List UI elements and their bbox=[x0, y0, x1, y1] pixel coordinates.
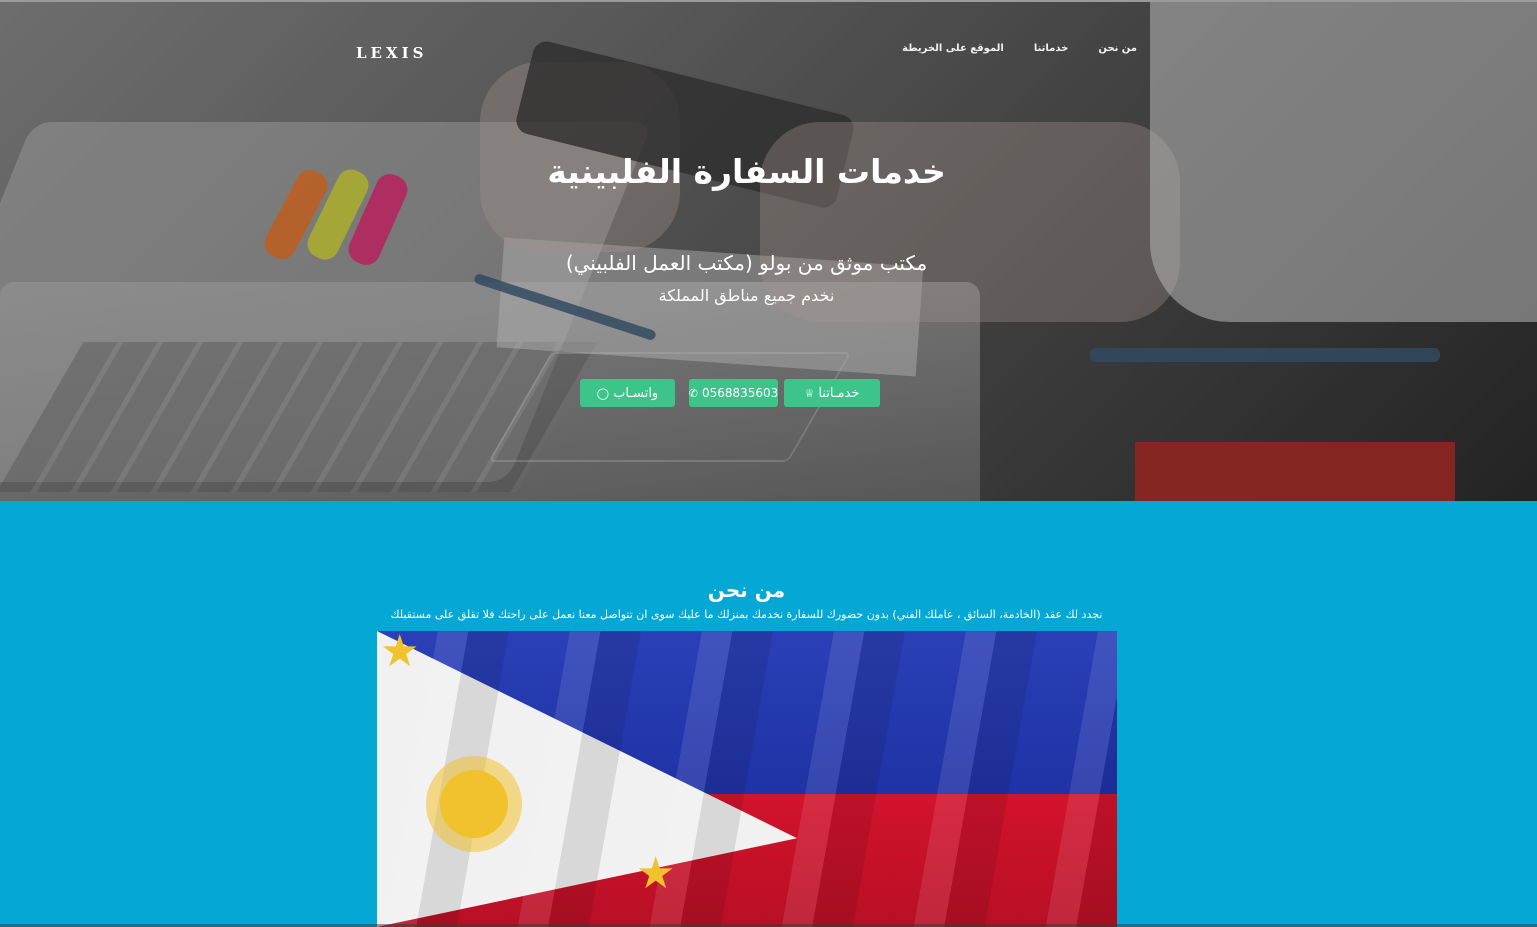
nav-link-services[interactable]: خدماتنا bbox=[1034, 43, 1069, 54]
flag-star-icon: ★ bbox=[636, 848, 676, 899]
main-nav: من نحن خدماتنا الموقع على الخريطة bbox=[902, 43, 1137, 54]
flag-sun-icon bbox=[440, 770, 508, 838]
about-title: من نحن bbox=[707, 578, 786, 602]
hero-title: خدمات السفارة الفلبينية bbox=[547, 152, 946, 191]
services-button-label: خدمـاتنا bbox=[818, 385, 860, 401]
whatsapp-button[interactable]: ◯ واتسـاب bbox=[580, 379, 675, 407]
about-text: نجدد لك عقد (الخادمة، السائق ، عاملك الف… bbox=[390, 608, 1103, 621]
whatsapp-button-label: واتسـاب bbox=[613, 385, 659, 401]
hero-subtitle-2: نخدم جميع مناطق المملكة bbox=[658, 286, 835, 305]
whatsapp-icon: ◯ bbox=[596, 386, 610, 400]
phone-button-label: 0568835603 bbox=[701, 386, 779, 400]
nav-link-map[interactable]: الموقع على الخريطة bbox=[902, 43, 1004, 54]
hero-section: LEXIS من نحن خدماتنا الموقع على الخريطة … bbox=[0, 0, 1537, 501]
phone-button[interactable]: ✆ 0568835603 bbox=[689, 379, 778, 407]
services-button[interactable]: ♕ خدمـاتنا bbox=[784, 379, 880, 407]
trophy-icon: ♕ bbox=[804, 386, 815, 400]
hero-subtitle: مكتب موثق من بولو (مكتب العمل الفلبيني) bbox=[565, 251, 928, 275]
flag-star-icon: ★ bbox=[380, 626, 420, 677]
phone-icon: ✆ bbox=[688, 386, 698, 400]
nav-link-about[interactable]: من نحن bbox=[1098, 43, 1137, 54]
brand-logo[interactable]: LEXIS bbox=[356, 44, 427, 62]
